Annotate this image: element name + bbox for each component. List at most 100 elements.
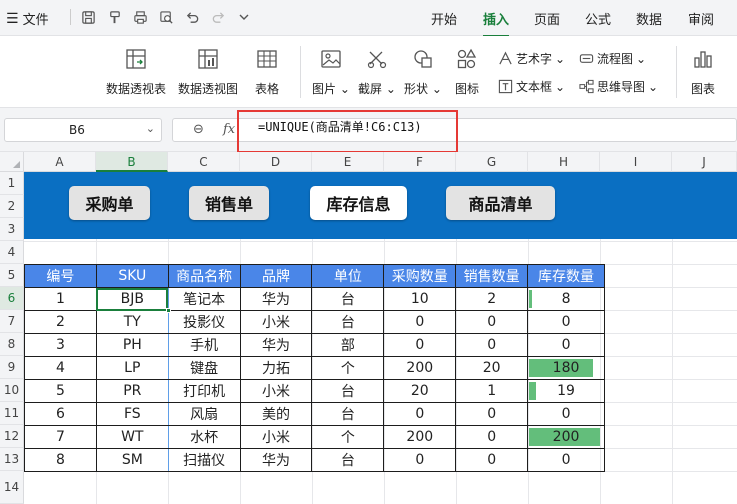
table-cell[interactable]: 台 [311,310,385,334]
table-cell[interactable]: PR [95,379,169,403]
table-cell[interactable]: 7 [24,425,97,449]
row-header-5[interactable]: 5 [0,264,24,287]
table-cell[interactable]: 华为 [239,333,313,357]
tab-insert[interactable]: 插入 [483,9,510,37]
table-cell[interactable]: SM [95,448,169,472]
table-cell[interactable]: 0 [383,448,457,472]
tab-data[interactable]: 数据 [636,9,662,28]
wordart-button[interactable]: 艺术字 ⌄ [498,50,565,67]
pivot-table-button[interactable]: 数据透视表 [106,44,166,97]
table-cell[interactable]: 0 [383,333,457,357]
format-painter-icon[interactable] [105,8,123,26]
table-cell[interactable]: 台 [311,379,385,403]
tab-home[interactable]: 开始 [431,9,457,28]
nav-button-inventory[interactable]: 库存信息 [310,186,407,220]
row-header-13[interactable]: 13 [0,448,24,471]
select-all-corner[interactable] [0,152,24,172]
picture-button[interactable]: 图片 ⌄ [312,44,350,97]
table-cell[interactable]: 2 [24,310,97,334]
row-header-8[interactable]: 8 [0,333,24,356]
table-cell[interactable]: 打印机 [167,379,241,403]
row-header-14[interactable]: 14 [0,471,24,504]
column-header-f[interactable]: F [384,152,456,172]
print-icon[interactable] [131,8,149,26]
table-header-cell[interactable]: 销售数量 [455,264,529,288]
table-cell[interactable]: 0 [455,310,529,334]
chart-button[interactable]: 图表 [691,44,715,97]
mindmap-button[interactable]: 思维导图 ⌄ [579,78,658,95]
shapes-button[interactable]: 形状 ⌄ [404,44,442,97]
table-header-cell[interactable]: 库存数量 [527,264,605,288]
row-header-11[interactable]: 11 [0,402,24,425]
column-header-b[interactable]: B [96,152,168,172]
table-header-cell[interactable]: 编号 [24,264,97,288]
screenshot-button[interactable]: 截屏 ⌄ [358,44,396,97]
table-cell[interactable]: 200 [383,356,457,380]
table-cell[interactable]: 小米 [239,379,313,403]
file-menu[interactable]: ☰ 文件 [6,9,49,29]
table-cell[interactable]: 0 [455,333,529,357]
table-cell[interactable]: WT [95,425,169,449]
table-cell[interactable]: 20 [383,379,457,403]
tab-page[interactable]: 页面 [534,9,560,28]
table-cell[interactable]: LP [95,356,169,380]
name-box[interactable]: B6 ⌄ [4,118,162,142]
table-cell[interactable]: 0 [455,402,529,426]
table-cell[interactable]: 5 [24,379,97,403]
table-cell[interactable]: 1 [24,287,97,311]
table-cell[interactable]: 4 [24,356,97,380]
print-preview-icon[interactable] [157,8,175,26]
table-cell[interactable]: PH [95,333,169,357]
table-cell[interactable]: 力拓 [239,356,313,380]
table-header-cell[interactable]: 商品名称 [167,264,241,288]
table-cell[interactable]: 个 [311,425,385,449]
table-cell[interactable]: 部 [311,333,385,357]
table-cell[interactable]: 美的 [239,402,313,426]
table-cell[interactable]: 10 [383,287,457,311]
pivot-chart-button[interactable]: 数据透视图 [178,44,238,97]
table-cell[interactable]: 个 [311,356,385,380]
table-cell[interactable]: 投影仪 [167,310,241,334]
column-header-d[interactable]: D [240,152,312,172]
table-cell[interactable]: 台 [311,448,385,472]
column-header-g[interactable]: G [456,152,528,172]
table-cell[interactable]: 200 [527,425,605,449]
row-header-1[interactable]: 1 [0,172,24,195]
table-cell[interactable]: 台 [311,287,385,311]
table-cell[interactable]: 0 [527,402,605,426]
row-header-6[interactable]: 6 [0,287,24,310]
fx-icon[interactable]: fx [223,122,235,137]
flowchart-button[interactable]: 流程图 ⌄ [579,50,646,67]
column-header-i[interactable]: I [600,152,672,172]
table-button[interactable]: 表格 [255,44,279,97]
row-header-3[interactable]: 3 [0,218,24,241]
nav-button-purchase[interactable]: 采购单 [69,186,150,220]
redo-icon[interactable] [209,8,227,26]
table-cell[interactable]: 8 [24,448,97,472]
table-cell[interactable]: 3 [24,333,97,357]
table-cell[interactable]: 台 [311,402,385,426]
table-header-cell[interactable]: 采购数量 [383,264,457,288]
table-cell[interactable]: 0 [527,310,605,334]
row-header-7[interactable]: 7 [0,310,24,333]
table-cell[interactable]: BJB [95,287,169,311]
table-cell[interactable]: 风扇 [167,402,241,426]
table-cell[interactable]: 0 [527,448,605,472]
table-cell[interactable]: 8 [527,287,605,311]
table-cell[interactable]: 华为 [239,448,313,472]
zoom-icon[interactable]: ⊖ [193,122,204,137]
table-cell[interactable]: 键盘 [167,356,241,380]
table-cell[interactable]: 0 [383,310,457,334]
column-header-c[interactable]: C [168,152,240,172]
table-cell[interactable]: 小米 [239,425,313,449]
row-header-4[interactable]: 4 [0,241,24,264]
fill-handle[interactable] [166,308,171,313]
row-header-12[interactable]: 12 [0,425,24,448]
save-icon[interactable] [79,8,97,26]
table-cell[interactable]: 小米 [239,310,313,334]
column-header-h[interactable]: H [528,152,600,172]
table-cell[interactable]: 水杯 [167,425,241,449]
table-cell[interactable]: 19 [527,379,605,403]
table-cell[interactable]: 扫描仪 [167,448,241,472]
chevron-down-icon[interactable] [235,8,253,26]
